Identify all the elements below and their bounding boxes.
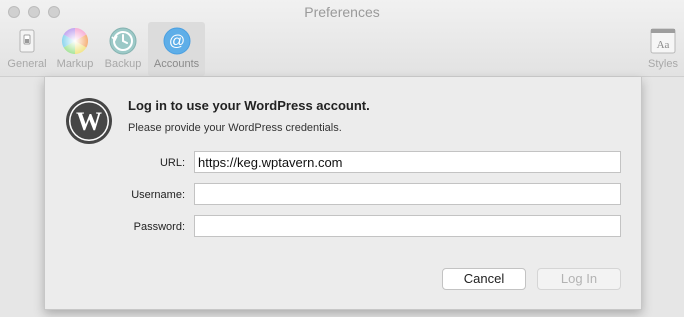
color-wheel-icon [61,27,89,55]
toolbar-label-styles: Styles [648,58,678,70]
at-sign-icon: @ [163,27,190,55]
titlebar: Preferences General Markup Backup @ Acco… [0,0,684,77]
toolbar-item-accounts[interactable]: @ Accounts [148,22,205,76]
toolbar-item-general[interactable]: General [4,22,50,76]
toolbar-item-styles[interactable]: Aa Styles [643,22,683,76]
log-in-button[interactable]: Log In [537,268,621,290]
login-sheet: W Log in to use your WordPress account. … [44,77,642,310]
general-switch-icon [19,29,35,53]
toolbar-label-general: General [7,58,47,70]
username-field[interactable] [194,183,621,205]
username-label: Username: [131,189,185,201]
toolbar-item-backup[interactable]: Backup [100,22,146,76]
toolbar-item-markup[interactable]: Markup [53,22,97,76]
dialog-heading: Log in to use your WordPress account. [128,98,370,113]
preferences-window: Preferences General Markup Backup @ Acco… [0,0,684,317]
svg-text:W: W [76,107,102,136]
svg-text:Aa: Aa [657,39,670,51]
url-label: URL: [159,157,185,169]
font-aa-icon: Aa [650,28,676,54]
dialog-subtitle: Please provide your WordPress credential… [128,122,342,134]
svg-text:@: @ [168,33,184,50]
toolbar-label-accounts: Accounts [153,58,200,70]
cancel-button[interactable]: Cancel [442,268,526,290]
password-field[interactable] [194,215,621,237]
toolbar-label-backup: Backup [104,58,142,70]
password-label: Password: [133,221,185,233]
toolbar-label-markup: Markup [56,58,94,70]
url-field[interactable] [194,151,621,173]
window-title: Preferences [304,4,380,20]
time-machine-icon [109,27,137,55]
wordpress-logo-icon: W [66,98,112,144]
